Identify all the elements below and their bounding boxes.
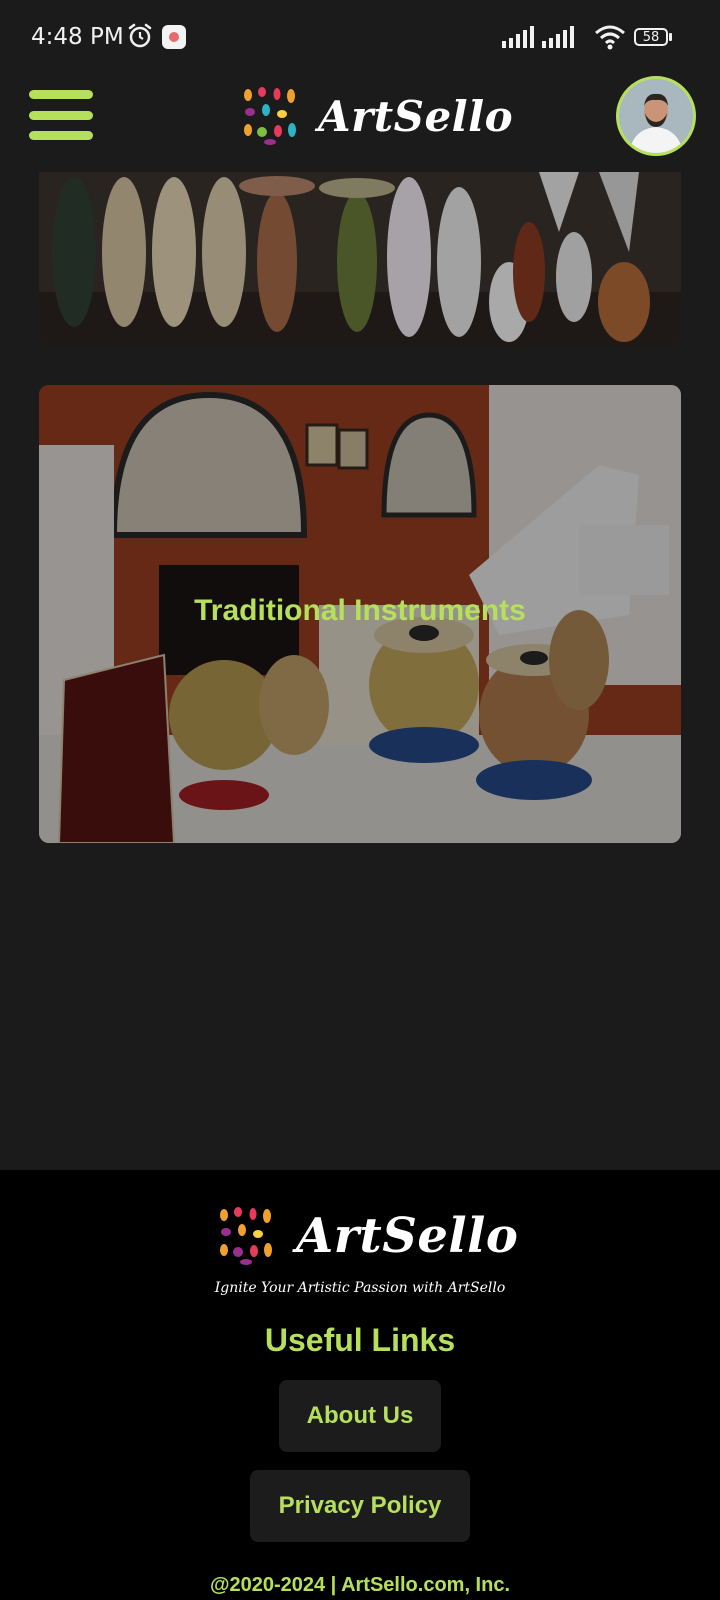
signal-icon (542, 26, 574, 48)
alarm-icon (128, 23, 152, 48)
useful-links-heading: Useful Links (264, 1322, 456, 1358)
status-time: 4:48 PM (31, 24, 124, 50)
hamburger-menu-icon[interactable] (29, 90, 93, 140)
header-logo[interactable]: ArtSello (240, 86, 513, 146)
user-avatar[interactable] (616, 76, 696, 156)
copyright-text: @2020-2024 | ArtSello.com, Inc. (209, 1574, 511, 1596)
app-header: ArtSello (0, 76, 720, 172)
sculptures-photo (39, 172, 681, 347)
brand-name: ArtSello (318, 91, 514, 141)
category-card-sculptures[interactable] (39, 172, 681, 347)
category-title: Traditional Instruments (194, 594, 526, 627)
status-bar: 4:48 PM 58 (0, 0, 720, 76)
about-us-button[interactable]: About Us (279, 1380, 441, 1452)
battery-icon: 58 (634, 28, 674, 48)
footer-logo[interactable]: ArtSello (216, 1206, 518, 1266)
artsello-logo-icon (244, 87, 296, 145)
footer-brand-name: ArtSello (296, 1208, 519, 1264)
category-card-traditional-instruments[interactable]: Traditional Instruments (39, 385, 681, 843)
privacy-policy-button[interactable]: Privacy Policy (250, 1470, 470, 1542)
signal-icon (502, 26, 534, 48)
artsello-logo-icon (220, 1207, 272, 1265)
battery-level: 58 (634, 28, 668, 46)
footer: ArtSello Ignite Your Artistic Passion wi… (0, 1170, 720, 1600)
wifi-icon (595, 25, 625, 50)
notification-app-icon (162, 25, 186, 49)
footer-tagline: Ignite Your Artistic Passion with ArtSel… (214, 1280, 506, 1296)
avatar-photo (619, 79, 693, 153)
